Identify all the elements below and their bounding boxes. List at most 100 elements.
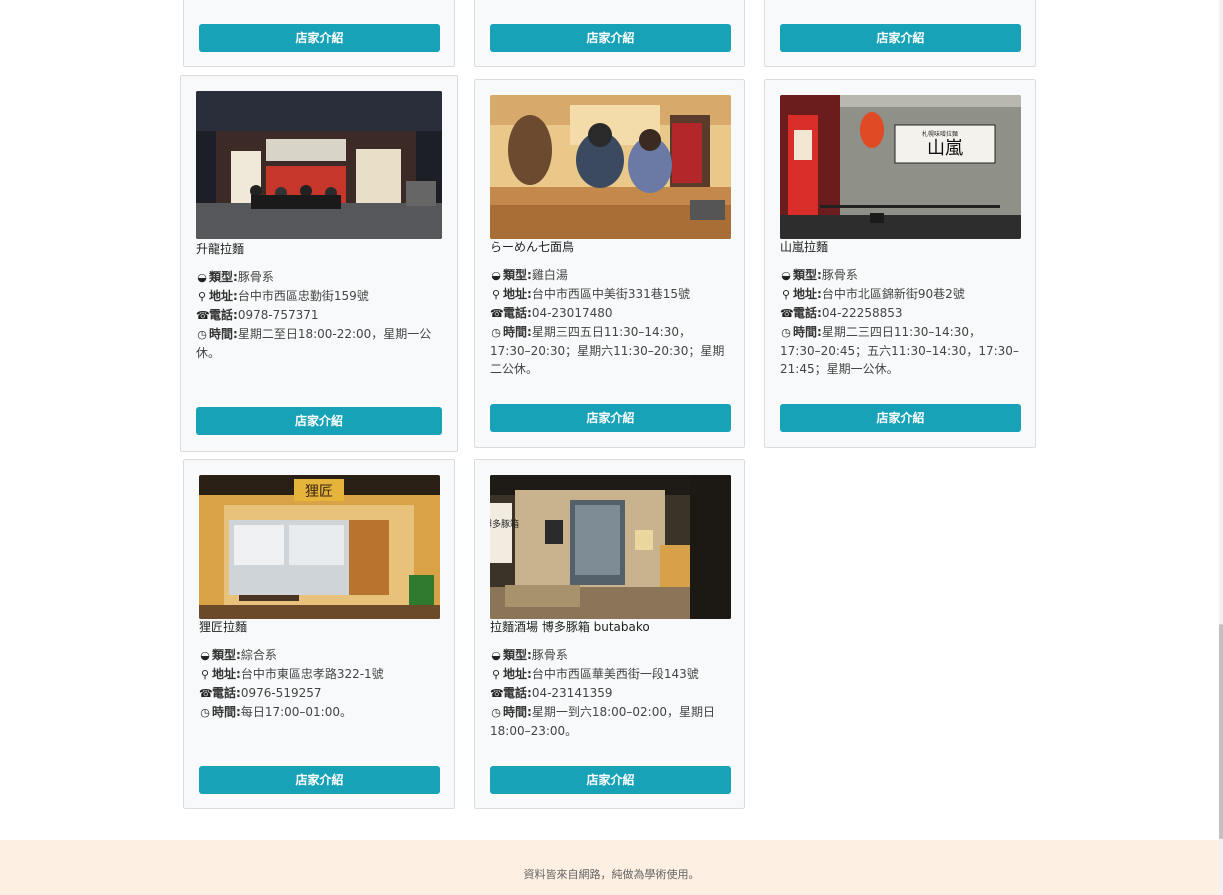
bowl-icon: ◒ xyxy=(491,269,501,282)
type-label: 類型: xyxy=(503,268,532,282)
shop-hours-row: ◷ 時間:星期二至日18:00-22:00，星期一公休。 xyxy=(196,325,441,362)
shop-phone-row: ☎電話:0976-519257 xyxy=(199,684,440,703)
shop-type-row: ◒ 類型:綜合系 xyxy=(199,646,440,665)
shop-card-partial-3: 店家介紹 xyxy=(764,0,1036,67)
phone-icon: ☎ xyxy=(490,307,504,320)
shop-address: 台中市西區忠勤街159號 xyxy=(237,289,369,303)
address-label: 地址: xyxy=(503,287,532,301)
page-scrollbar[interactable] xyxy=(1219,0,1223,895)
shop-hours-row: ◷ 時間:星期三四五日11:30–14:30，17:30–20:30；星期六11:… xyxy=(490,323,731,378)
phone-label: 電話: xyxy=(793,306,822,320)
type-label: 類型: xyxy=(212,648,241,662)
shop-hours-row: ◷ 時間:每日17:00–01:00。 xyxy=(199,703,440,722)
shop-type: 豚骨系 xyxy=(821,268,858,282)
page-footer: 資料皆來自網路，純做為學術使用。 xyxy=(0,840,1223,895)
address-label: 地址: xyxy=(503,667,532,681)
bowl-icon: ◒ xyxy=(781,269,791,282)
shop-type: 豚骨系 xyxy=(531,648,568,662)
phone-icon: ☎ xyxy=(196,309,210,322)
shop-photo: 狸匠 xyxy=(199,475,440,619)
shop-intro-button[interactable]: 店家介紹 xyxy=(199,766,440,794)
shop-photo xyxy=(490,95,731,239)
shop-info: ◒ 類型:豚骨系 ⚲ 地址:台中市西區華美西街一段143號 ☎電話:04-23141… xyxy=(490,646,731,740)
sign-text: 狸匠 xyxy=(305,484,333,500)
phone-icon: ☎ xyxy=(490,687,504,700)
shop-intro-button[interactable]: 店家介紹 xyxy=(196,407,442,435)
map-marker-icon: ⚲ xyxy=(491,288,501,301)
hours-label: 時間: xyxy=(793,325,822,339)
type-label: 類型: xyxy=(209,270,238,284)
shop-address-row: ⚲ 地址:台中市西區中美街331巷15號 xyxy=(490,285,731,304)
shop-address: 台中市東區忠孝路322-1號 xyxy=(240,667,384,681)
shop-phone: 0978-757371 xyxy=(237,308,319,322)
shop-address-row: ⚲ 地址:台中市西區華美西街一段143號 xyxy=(490,665,731,684)
clock-icon: ◷ xyxy=(197,328,207,341)
shop-address-row: ⚲ 地址:台中市西區忠勤街159號 xyxy=(196,287,441,306)
sign-text: 博多豚箱 xyxy=(490,518,519,530)
shop-name: 山嵐拉麵 xyxy=(780,240,829,254)
shop-intro-button[interactable]: 店家介紹 xyxy=(780,404,1021,432)
footer-disclaimer: 資料皆來自網路，純做為學術使用。 xyxy=(523,868,700,881)
shop-type-row: ◒ 類型:豚骨系 xyxy=(490,646,731,665)
shop-intro-button[interactable]: 店家介紹 xyxy=(490,766,731,794)
shop-intro-button[interactable]: 店家介紹 xyxy=(780,24,1021,52)
shop-phone: 04-23141359 xyxy=(531,686,613,700)
shop-hours-row: ◷ 時間:星期二三四日11:30–14:30，17:30–20:45；五六11:3… xyxy=(780,323,1021,378)
shop-info: ◒ 類型:豚骨系 ⚲ 地址:台中市北區錦新街90巷2號 ☎電話:04-2225885… xyxy=(780,266,1021,378)
shop-card: 山嵐 札幌味噌拉麵 山嵐拉麵 ◒ 類型:豚骨系 ⚲ 地址:台中市北區錦新街90巷2號… xyxy=(764,79,1036,448)
shop-type: 豚骨系 xyxy=(237,270,274,284)
shop-address-row: ⚲ 地址:台中市東區忠孝路322-1號 xyxy=(199,665,440,684)
shop-phone: 04-22258853 xyxy=(821,306,903,320)
bowl-icon: ◒ xyxy=(200,649,210,662)
clock-icon: ◷ xyxy=(491,706,501,719)
shop-card-partial-2: 店家介紹 xyxy=(474,0,745,67)
shop-card: 狸匠 狸匠拉麵 ◒ 類型:綜合系 ⚲ 地址:台中市東區忠孝路322-1號 ☎電話:0… xyxy=(183,459,455,809)
shop-address: 台中市北區錦新街90巷2號 xyxy=(821,287,965,301)
shop-phone: 0976-519257 xyxy=(240,686,322,700)
map-marker-icon: ⚲ xyxy=(200,668,210,681)
bowl-icon: ◒ xyxy=(197,271,207,284)
phone-label: 電話: xyxy=(503,306,532,320)
map-marker-icon: ⚲ xyxy=(197,290,207,303)
address-label: 地址: xyxy=(209,289,238,303)
clock-icon: ◷ xyxy=(200,706,210,719)
sign-text: 山嵐 xyxy=(927,138,963,159)
shop-type: 綜合系 xyxy=(240,648,277,662)
shop-address-row: ⚲ 地址:台中市北區錦新街90巷2號 xyxy=(780,285,1021,304)
hours-label: 時間: xyxy=(209,327,238,341)
shop-info: ◒ 類型:綜合系 ⚲ 地址:台中市東區忠孝路322-1號 ☎電話:0976-5192… xyxy=(199,646,440,722)
shop-hours: 每日17:00–01:00。 xyxy=(240,705,352,719)
clock-icon: ◷ xyxy=(491,326,501,339)
shop-name: 拉麵酒場 博多豚箱 butabako xyxy=(490,620,650,634)
phone-label: 電話: xyxy=(212,686,241,700)
shop-photo: 山嵐 札幌味噌拉麵 xyxy=(780,95,1021,239)
address-label: 地址: xyxy=(212,667,241,681)
shop-intro-button[interactable]: 店家介紹 xyxy=(199,24,440,52)
shop-phone-row: ☎電話:04-23141359 xyxy=(490,684,731,703)
shop-info: ◒ 類型:雞白湯 ⚲ 地址:台中市西區中美街331巷15號 ☎電話:04-23017… xyxy=(490,266,731,378)
shop-card-partial-1: 店家介紹 xyxy=(183,0,455,67)
shop-intro-button[interactable]: 店家介紹 xyxy=(490,24,731,52)
shop-card: 博多豚箱 拉麵酒場 博多豚箱 butabako ◒類型:豚骨系 ⚲地址:台中市西… xyxy=(474,459,745,809)
shop-name: らーめん七面鳥 xyxy=(490,240,575,254)
shop-photo xyxy=(196,91,442,239)
hours-label: 時間: xyxy=(503,325,532,339)
shop-card: らーめん七面鳥 ◒ 類型:雞白湯 ⚲ 地址:台中市西區中美街331巷15號 ☎電話:… xyxy=(474,79,745,448)
shop-intro-button[interactable]: 店家介紹 xyxy=(490,404,731,432)
address-label: 地址: xyxy=(793,287,822,301)
shop-address: 台中市西區中美街331巷15號 xyxy=(531,287,690,301)
shop-phone-row: ☎電話:04-23017480 xyxy=(490,304,731,323)
hours-label: 時間: xyxy=(212,705,241,719)
map-marker-icon: ⚲ xyxy=(491,668,501,681)
type-label: 類型: xyxy=(503,648,532,662)
phone-label: 電話: xyxy=(209,308,238,322)
phone-label: 電話: xyxy=(503,686,532,700)
type-label: 類型: xyxy=(793,268,822,282)
clock-icon: ◷ xyxy=(781,326,791,339)
shop-info: ◒ 類型:豚骨系 ⚲ 地址:台中市西區忠勤街159號 ☎電話:0978-757371… xyxy=(196,268,441,362)
shop-address: 台中市西區華美西街一段143號 xyxy=(531,667,699,681)
phone-icon: ☎ xyxy=(199,687,213,700)
hours-label: 時間: xyxy=(503,705,532,719)
scrollbar-thumb[interactable] xyxy=(1219,624,1223,839)
shop-type-row: ◒ 類型:豚骨系 xyxy=(196,268,441,287)
